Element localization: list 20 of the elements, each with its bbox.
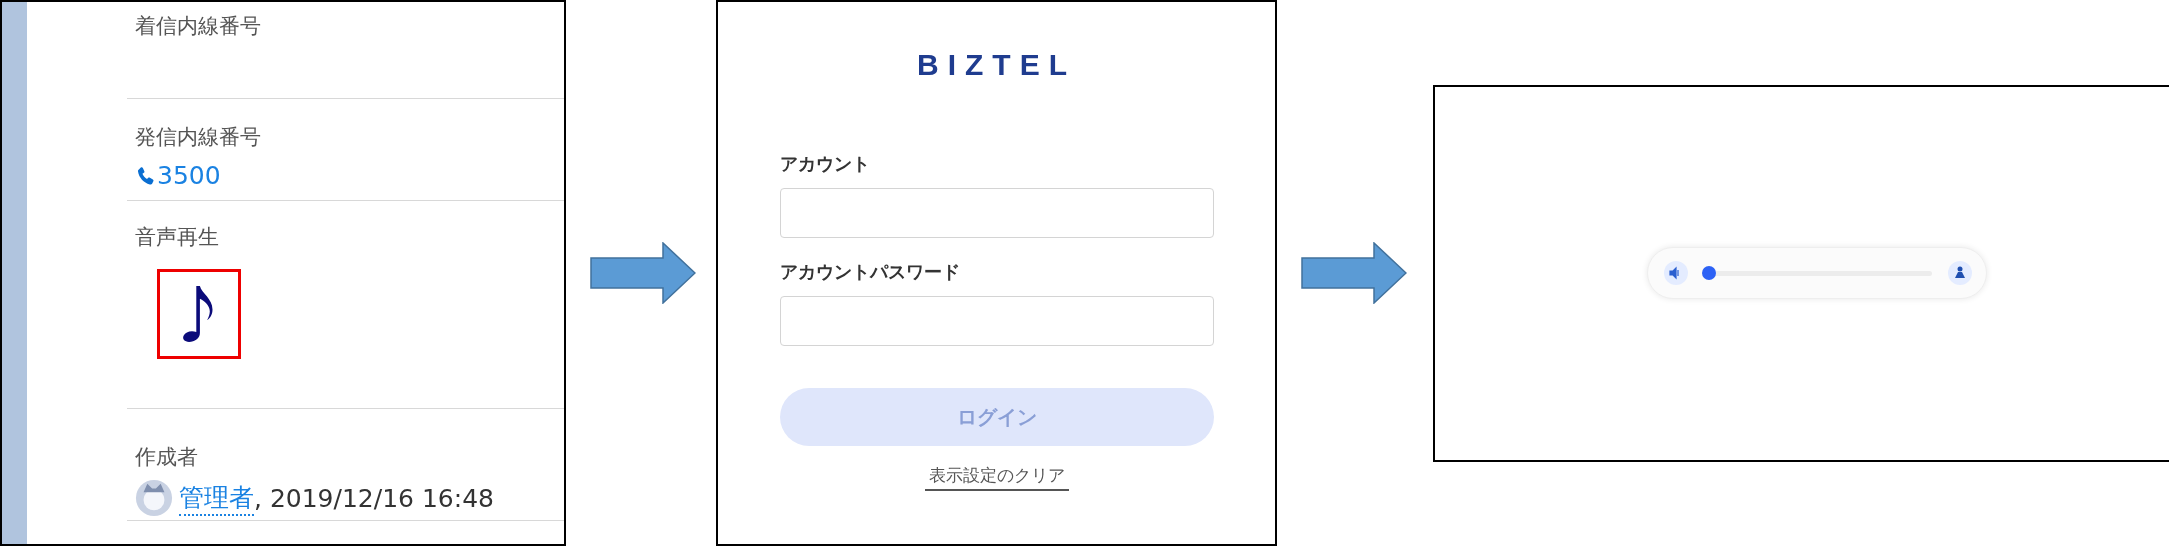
arrow-icon (590, 242, 696, 304)
field-label: アカウントパスワード (779, 260, 961, 284)
user-link[interactable]: 管理者 (179, 480, 254, 516)
field-label: 着信内線番号 (135, 13, 261, 40)
person-icon[interactable] (1947, 261, 1972, 285)
field-label: 発信内線番号 (135, 124, 261, 151)
timestamp: , 2019/12/16 16:48 (254, 483, 494, 513)
input-field[interactable] (779, 188, 1214, 238)
field-label: アカウント (779, 152, 871, 176)
avatar-icon (135, 479, 173, 517)
progress-track[interactable] (1701, 266, 1932, 280)
phone-link[interactable]: 3500 (157, 161, 221, 190)
speaker-icon[interactable] (1663, 261, 1688, 285)
field-label: 音声再生 (135, 224, 219, 251)
logo: BIZTEL (917, 48, 1076, 82)
slider-thumb[interactable] (1701, 266, 1716, 280)
arrow-icon (1301, 242, 1407, 304)
field-label: 作成者 (135, 444, 198, 471)
clear-settings-link[interactable]: 表示設定のクリア (924, 464, 1069, 491)
input-field[interactable] (779, 296, 1214, 346)
